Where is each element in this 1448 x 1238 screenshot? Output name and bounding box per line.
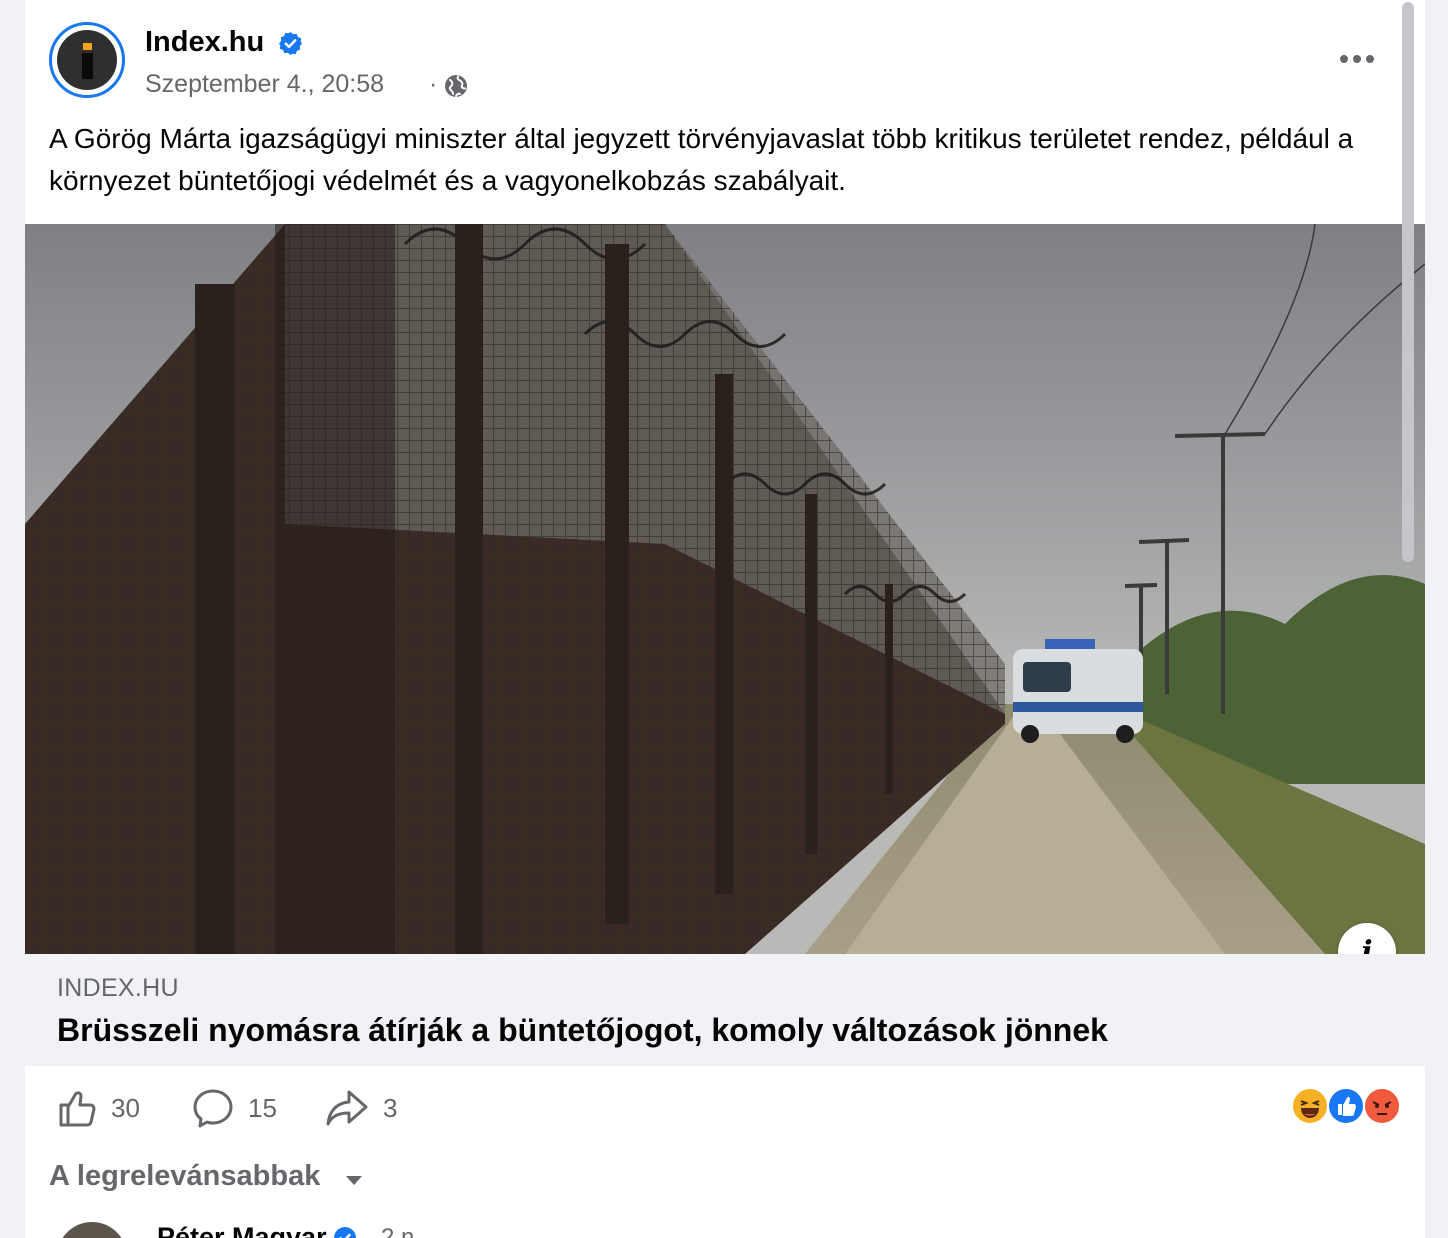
share-button[interactable]: 3 xyxy=(325,1086,397,1130)
globe-icon xyxy=(445,75,467,97)
verified-badge-icon xyxy=(334,1227,356,1238)
border-fence-photo xyxy=(25,224,1425,954)
link-preview-image[interactable] xyxy=(25,224,1425,954)
index-logo-icon xyxy=(57,30,117,90)
haha-icon xyxy=(1291,1087,1329,1125)
comment-bubble-icon xyxy=(193,1089,233,1128)
more-horizontal-icon xyxy=(1340,55,1348,63)
reactions-summary[interactable] xyxy=(1291,1087,1401,1127)
scrollbar-thumb[interactable] xyxy=(1402,2,1414,562)
commenter-avatar[interactable] xyxy=(57,1222,127,1238)
police-van xyxy=(1013,639,1143,743)
separator-dot: · xyxy=(429,70,438,98)
post-timestamp-link[interactable]: Szeptember 4., 20:58 xyxy=(145,70,384,99)
like-icon xyxy=(1327,1087,1365,1125)
like-count: 30 xyxy=(111,1092,140,1123)
share-arrow-icon xyxy=(326,1090,368,1126)
page-name-link[interactable]: Index.hu xyxy=(145,26,264,59)
share-count: 3 xyxy=(383,1092,398,1123)
link-preview-meta[interactable]: INDEX.HU Brüsszeli nyomásra átírják a bü… xyxy=(25,954,1425,1066)
commenter-name[interactable]: Péter Magyar xyxy=(157,1222,327,1238)
verified-badge-icon xyxy=(279,32,302,55)
thumbs-up-icon xyxy=(59,1091,96,1127)
like-button[interactable]: 30 xyxy=(57,1086,140,1130)
comment-sort-dropdown[interactable]: A legrelevánsabbak xyxy=(49,1160,320,1193)
more-options-button[interactable] xyxy=(1337,44,1377,74)
caret-down-icon[interactable] xyxy=(345,1174,363,1186)
post-card: Index.hu Szeptember 4., 20:58 · A Görög … xyxy=(25,0,1425,1238)
comment-time: 2 n xyxy=(381,1224,415,1238)
post-text: A Görög Márta igazságügyi miniszter álta… xyxy=(49,123,1354,196)
link-title: Brüsszeli nyomásra átírják a büntetőjogo… xyxy=(57,1012,1108,1048)
angry-icon xyxy=(1363,1087,1401,1125)
page-avatar[interactable] xyxy=(49,22,125,98)
comment-count: 15 xyxy=(248,1092,277,1123)
link-domain: INDEX.HU xyxy=(57,974,179,1002)
comment-button[interactable]: 15 xyxy=(192,1086,277,1130)
